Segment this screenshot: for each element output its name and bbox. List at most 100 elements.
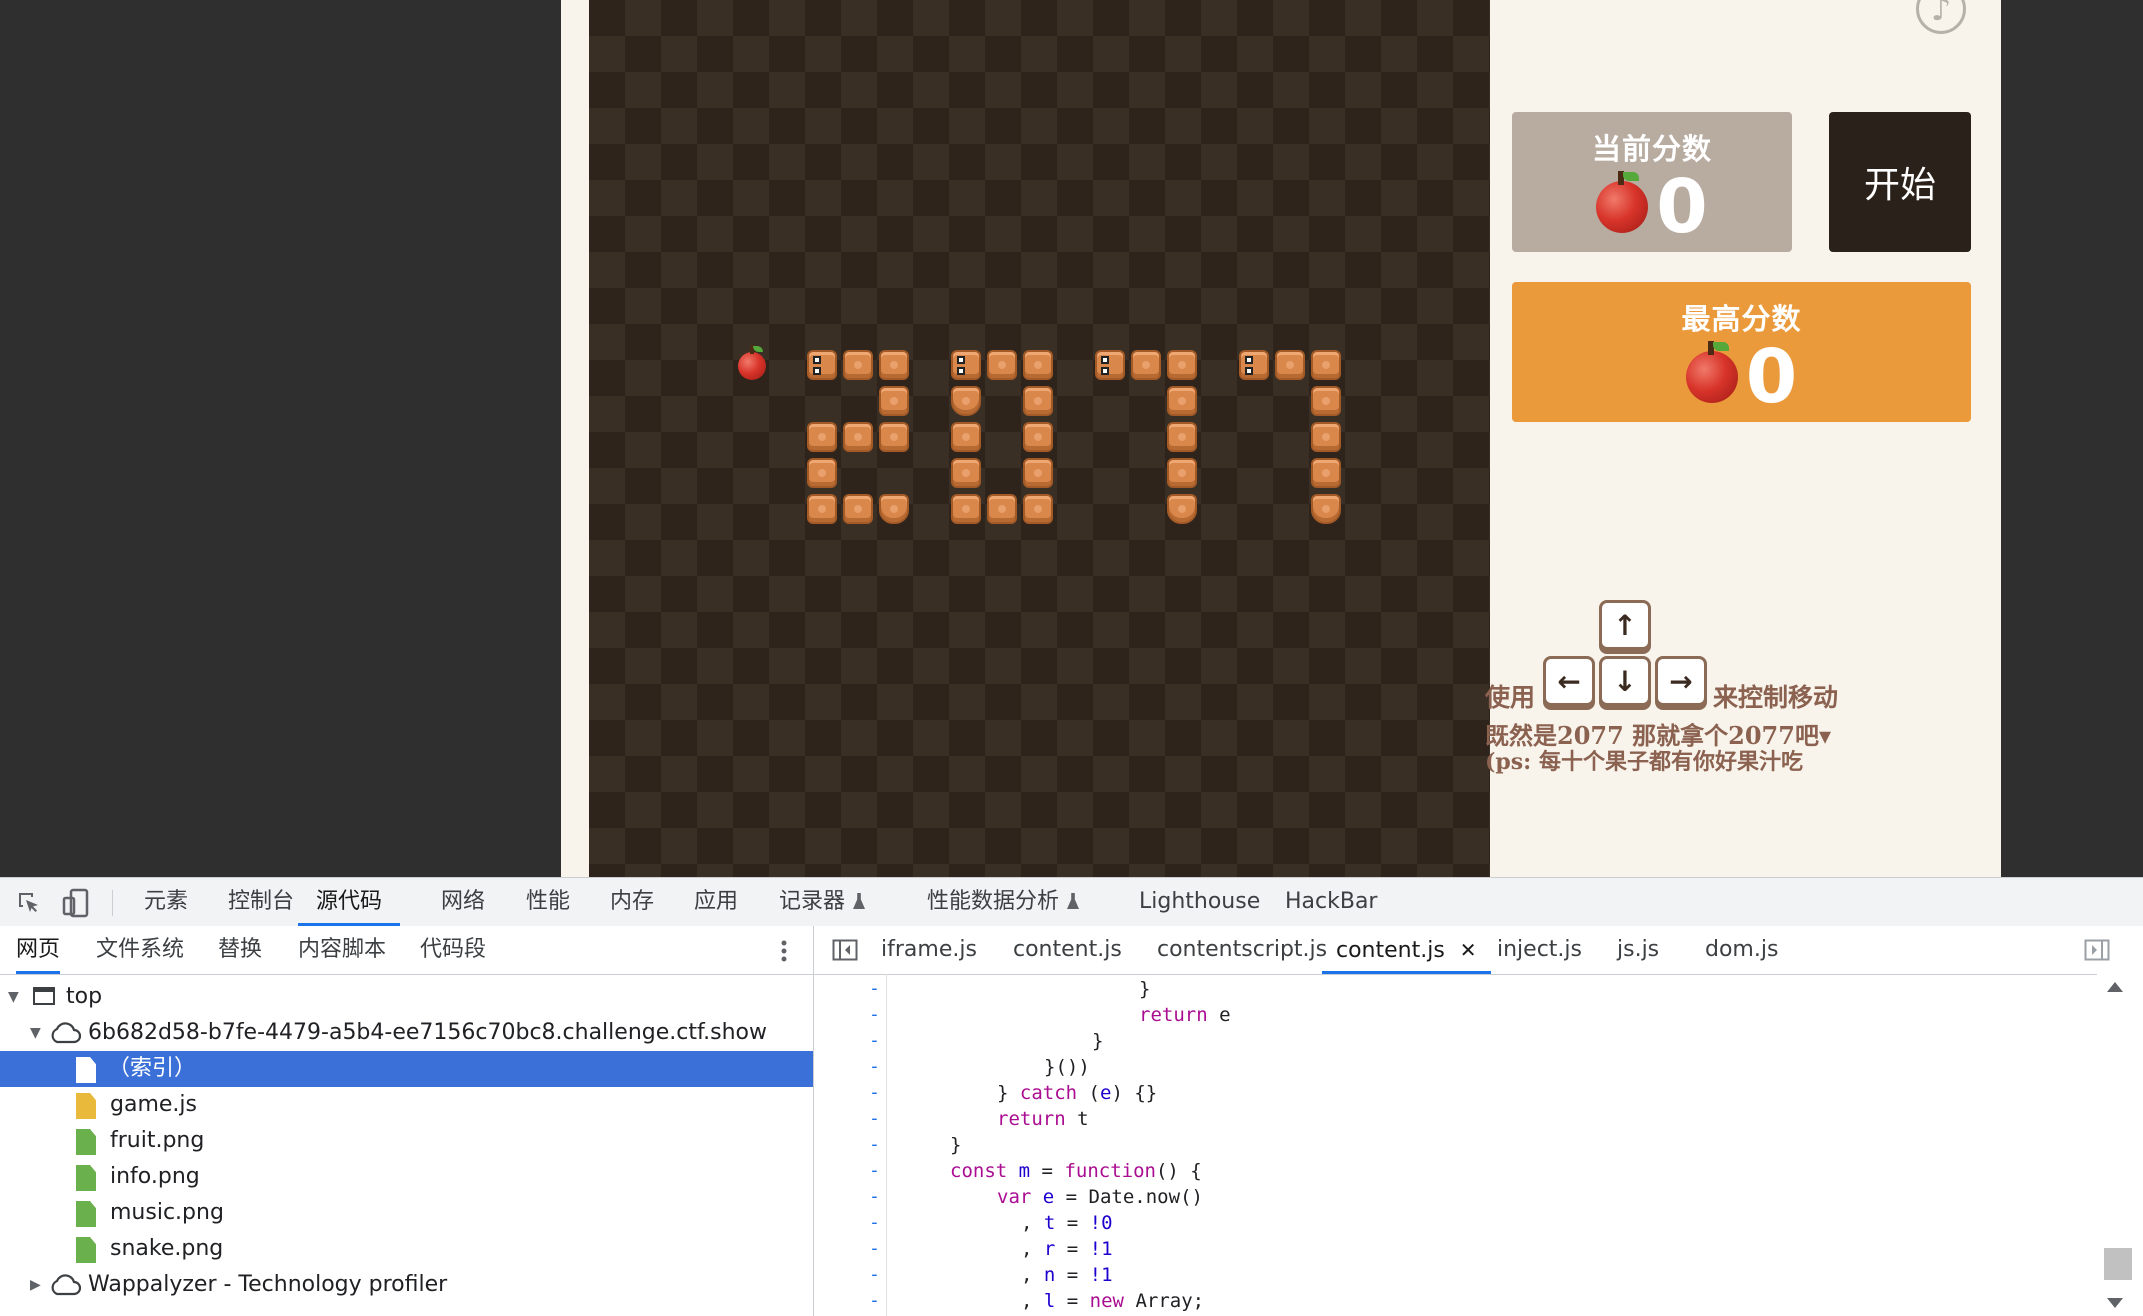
left-key-icon: ← bbox=[1543, 656, 1595, 706]
expanded-triangle-icon: ▼ bbox=[30, 1025, 41, 1041]
experimental-flask-icon bbox=[1067, 893, 1080, 909]
tree-item-domain-label: 6b682d58-b7fe-4479-a5b4-ee7156c70bc8.cha… bbox=[88, 1020, 767, 1045]
nav-tab-content-scripts[interactable]: 内容脚本 bbox=[298, 926, 386, 974]
current-score-title: 当前分数 bbox=[1591, 132, 1712, 166]
hint-move-text: 来控制移动 bbox=[1713, 683, 1839, 712]
tree-file-music-png[interactable]: music.png bbox=[0, 1195, 813, 1231]
tab-application[interactable]: 应用 bbox=[694, 878, 738, 926]
image-file-icon bbox=[76, 1165, 96, 1191]
divider bbox=[112, 890, 113, 916]
experimental-flask-icon bbox=[853, 893, 866, 909]
code-line: , l = new Array; bbox=[1021, 1290, 1205, 1312]
code-line: var e = Date.now() bbox=[997, 1186, 1203, 1208]
game-board[interactable] bbox=[589, 0, 1490, 877]
tab-hackbar[interactable]: HackBar bbox=[1285, 878, 1377, 926]
code-area[interactable]: } return e } }()) } catch (e) {} return … bbox=[814, 974, 2094, 1316]
nav-tab-page[interactable]: 网页 bbox=[16, 926, 61, 974]
tab-performance-insights-label: 性能数据分析 bbox=[927, 889, 1060, 914]
nav-tab-filesystem[interactable]: 文件系统 bbox=[96, 926, 184, 974]
editor-scrollbar[interactable] bbox=[2097, 974, 2143, 1316]
toggle-debugger-icon[interactable] bbox=[2084, 939, 2110, 961]
file-label: （索引） bbox=[108, 1056, 197, 1081]
hint-use-text: 使用 bbox=[1485, 683, 1536, 712]
code-line: }()) bbox=[1044, 1056, 1090, 1078]
close-tab-icon[interactable]: ✕ bbox=[1460, 938, 1477, 962]
tab-recorder[interactable]: 记录器 bbox=[779, 878, 866, 926]
hint-line-3: (ps: 每十个果子都有你好果汁吃 bbox=[1485, 749, 1803, 775]
image-file-icon bbox=[76, 1237, 96, 1263]
tab-memory[interactable]: 内存 bbox=[610, 878, 654, 926]
file-label: fruit.png bbox=[110, 1128, 205, 1153]
file-label: info.png bbox=[110, 1164, 200, 1189]
tab-network[interactable]: 网络 bbox=[441, 878, 485, 926]
up-key-icon: ↑ bbox=[1599, 600, 1651, 650]
source-editor: iframe.js content.js contentscript.js co… bbox=[814, 926, 2143, 1316]
code-line: } bbox=[950, 1134, 962, 1156]
script-file-icon bbox=[76, 1093, 96, 1119]
file-label: snake.png bbox=[110, 1236, 224, 1261]
scroll-thumb[interactable] bbox=[2104, 1248, 2132, 1280]
code-line: , r = !1 bbox=[1021, 1238, 1113, 1260]
tree-item-top[interactable]: ▼ top bbox=[0, 979, 813, 1015]
editor-tab-inject-js[interactable]: inject.js bbox=[1497, 926, 1582, 974]
image-file-icon bbox=[76, 1201, 96, 1227]
right-key-icon: → bbox=[1655, 656, 1707, 706]
tab-elements[interactable]: 元素 bbox=[144, 878, 188, 926]
device-toolbar-icon[interactable] bbox=[62, 888, 90, 918]
cloud-icon bbox=[48, 1272, 82, 1310]
music-toggle-icon[interactable]: ♪ bbox=[1916, 0, 1966, 34]
sources-navigator: 网页 文件系统 替换 内容脚本 代码段 ▼ top ▼ 6b682d58-b7f… bbox=[0, 926, 814, 1316]
down-key-icon: ↓ bbox=[1599, 656, 1651, 706]
tab-sources[interactable]: 源代码 bbox=[298, 878, 401, 926]
code-line: , t = !0 bbox=[1021, 1212, 1113, 1234]
current-score-value: 0 bbox=[1656, 164, 1708, 250]
high-score-title: 最高分数 bbox=[1681, 302, 1802, 336]
tree-file-game-js[interactable]: game.js bbox=[0, 1087, 813, 1123]
file-label: game.js bbox=[110, 1092, 197, 1117]
tab-performance[interactable]: 性能 bbox=[526, 878, 570, 926]
high-score-box: 最高分数 0 bbox=[1512, 282, 1971, 422]
scroll-down-arrow-icon[interactable] bbox=[2107, 1298, 2123, 1308]
controls-info: ↑ ← ↓ → 使用 来控制移动 既然是2077 那就拿个2077吧▾ (ps:… bbox=[1485, 590, 1981, 790]
image-file-icon bbox=[76, 1129, 96, 1155]
editor-tab-dom-js[interactable]: dom.js bbox=[1705, 926, 1778, 974]
tree-item-domain[interactable]: ▼ 6b682d58-b7fe-4479-a5b4-ee7156c70bc8.c… bbox=[0, 1015, 813, 1051]
current-score-box: 当前分数 0 bbox=[1512, 112, 1792, 252]
inspect-element-icon[interactable] bbox=[16, 890, 42, 916]
editor-tab-content-js-active[interactable]: content.js ✕ bbox=[1322, 926, 1491, 974]
tab-lighthouse[interactable]: Lighthouse bbox=[1139, 878, 1260, 926]
tree-item-extension[interactable]: ▶ Wappalyzer - Technology profiler bbox=[0, 1267, 813, 1303]
tree-item-top-label: top bbox=[66, 984, 103, 1009]
tab-sources-label: 源代码 bbox=[316, 889, 383, 914]
tree-file-info-png[interactable]: info.png bbox=[0, 1159, 813, 1195]
tab-performance-insights[interactable]: 性能数据分析 bbox=[927, 878, 1080, 926]
tree-file-fruit-png[interactable]: fruit.png bbox=[0, 1123, 813, 1159]
nav-tab-snippets[interactable]: 代码段 bbox=[420, 926, 486, 974]
tab-recorder-label: 记录器 bbox=[779, 889, 846, 914]
editor-tab-content-js[interactable]: content.js bbox=[1013, 926, 1122, 974]
document-file-icon bbox=[76, 1057, 96, 1083]
more-options-icon[interactable] bbox=[778, 938, 790, 964]
apple-icon bbox=[1596, 171, 1649, 233]
code-line: , n = !1 bbox=[1021, 1264, 1113, 1286]
game-page: ♪ 当前分数 0 开始 最高分数 0 ↑ ← ↓ → 使用 来控制移动 既然是2… bbox=[561, 0, 2001, 877]
editor-tab-label: content.js bbox=[1336, 938, 1445, 963]
tab-console[interactable]: 控制台 bbox=[228, 878, 294, 926]
devtools-panel: 元素 控制台 源代码 网络 性能 内存 应用 记录器 性能数据分析 Lighth… bbox=[0, 877, 2143, 1316]
tree-file-index[interactable]: （索引） bbox=[0, 1051, 813, 1087]
editor-tab-js-js[interactable]: js.js bbox=[1617, 926, 1659, 974]
code-line: return e bbox=[1139, 1004, 1231, 1026]
editor-tab-iframe-js[interactable]: iframe.js bbox=[881, 926, 977, 974]
scroll-up-arrow-icon[interactable] bbox=[2107, 982, 2123, 992]
code-line: } catch (e) {} bbox=[997, 1082, 1158, 1104]
tree-file-snake-png[interactable]: snake.png bbox=[0, 1231, 813, 1267]
editor-tab-contentscript-js[interactable]: contentscript.js bbox=[1157, 926, 1327, 974]
nav-tab-overrides[interactable]: 替换 bbox=[218, 926, 262, 974]
code-line: } bbox=[1092, 1030, 1104, 1052]
file-label: music.png bbox=[110, 1200, 224, 1225]
high-score-value: 0 bbox=[1745, 334, 1798, 420]
start-button[interactable]: 开始 bbox=[1829, 112, 1971, 252]
toggle-navigator-icon[interactable] bbox=[832, 939, 858, 961]
code-line: return t bbox=[997, 1108, 1089, 1130]
devtools-main-tabs: 元素 控制台 源代码 网络 性能 内存 应用 记录器 性能数据分析 Lighth… bbox=[0, 878, 2143, 927]
